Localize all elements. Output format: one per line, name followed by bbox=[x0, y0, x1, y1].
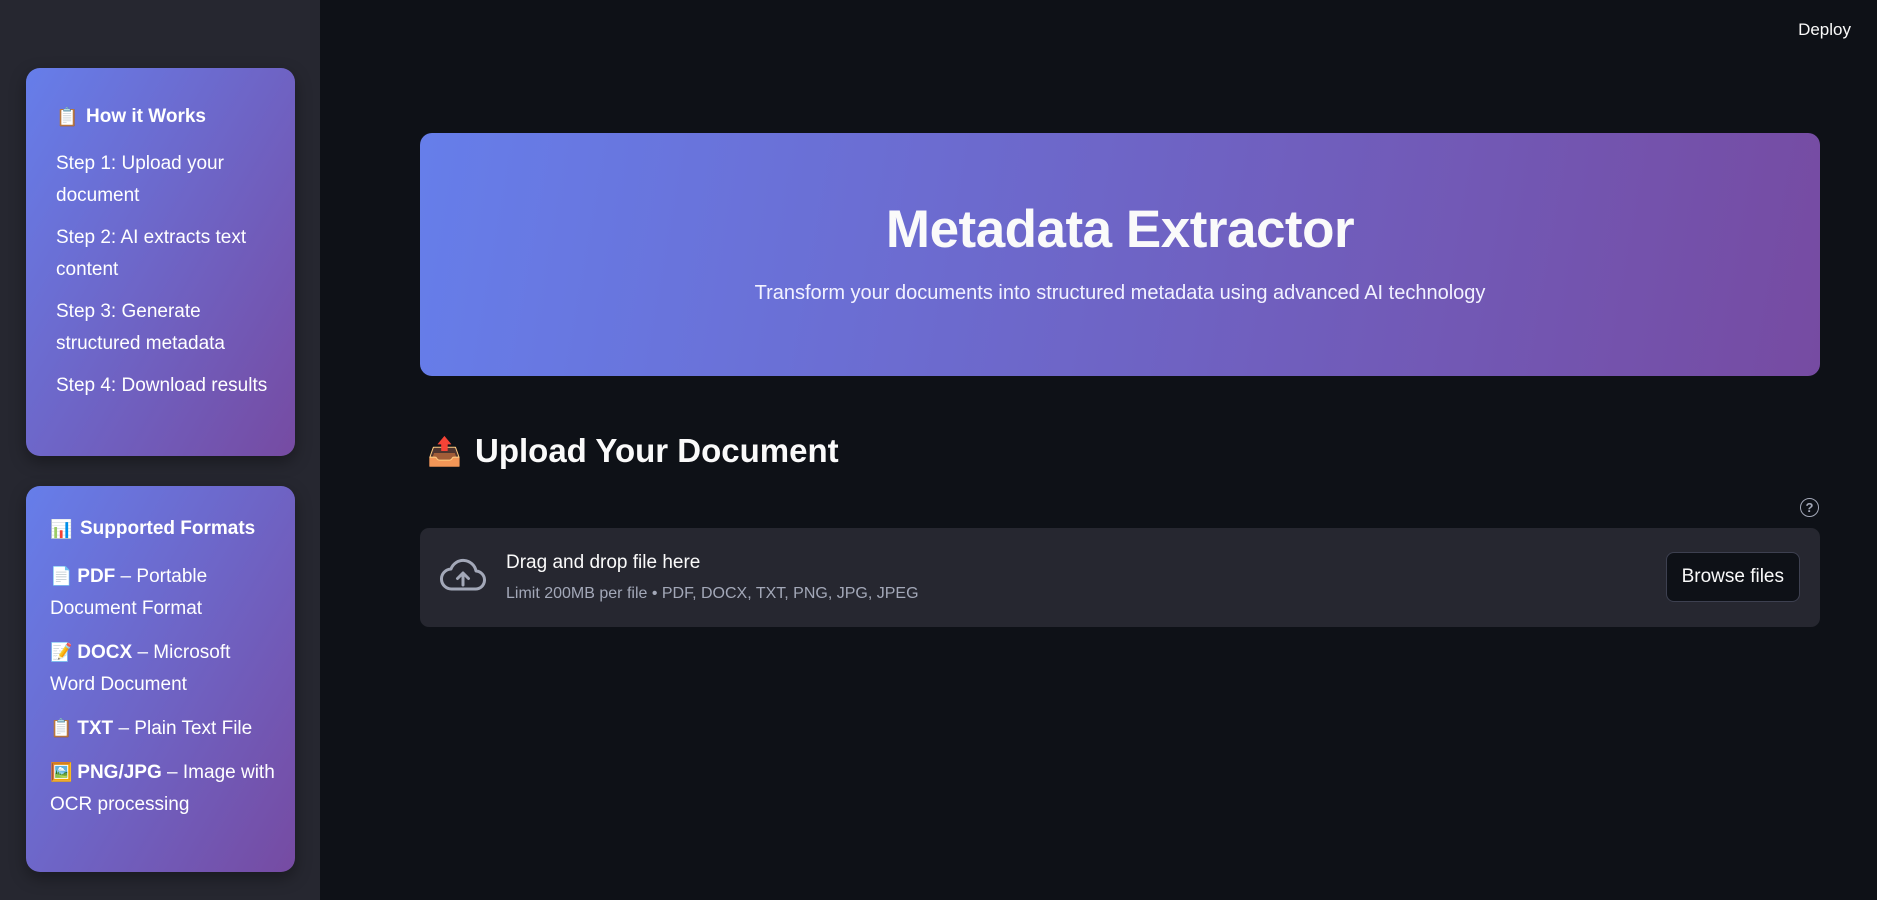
format-name: DOCX bbox=[77, 642, 133, 663]
file-dropzone[interactable]: Drag and drop file here Limit 200MB per … bbox=[420, 528, 1820, 627]
bar-chart-icon: 📊 bbox=[50, 518, 73, 539]
format-name: TXT bbox=[77, 718, 114, 739]
supported-formats-card: 📊 Supported Formats 📄 PDF – Portable Doc… bbox=[26, 486, 295, 872]
how-it-works-title-text: How it Works bbox=[86, 106, 206, 127]
supported-formats-title-text: Supported Formats bbox=[80, 518, 256, 539]
dropzone-title: Drag and drop file here bbox=[506, 552, 701, 573]
picture-icon: 🖼️ bbox=[50, 762, 73, 782]
step-4: Step 4: Download results bbox=[56, 375, 268, 396]
cloud-upload-icon bbox=[440, 558, 486, 591]
format-name: PNG/JPG bbox=[77, 762, 162, 783]
step-3: Step 3: Generate structured metadata bbox=[56, 301, 225, 354]
upload-heading-text: Upload Your Document bbox=[475, 432, 839, 469]
format-desc: – Plain Text File bbox=[113, 718, 253, 739]
help-icon[interactable]: ? bbox=[1800, 498, 1819, 517]
format-docx: 📝 DOCX – Microsoft Word Document bbox=[50, 636, 275, 701]
upload-heading: 📤 Upload Your Document bbox=[427, 432, 839, 470]
browse-files-button[interactable]: Browse files bbox=[1665, 552, 1800, 602]
format-desc: – Portable Document Format bbox=[50, 566, 208, 619]
format-pdf: 📄 PDF – Portable Document Format bbox=[50, 560, 275, 625]
step-2: Step 2: AI extracts text content bbox=[56, 227, 247, 280]
format-png-jpg: 🖼️ PNG/JPG – Image with OCR processing bbox=[50, 756, 275, 821]
format-name: PDF bbox=[77, 566, 116, 587]
clipboard-icon: 📋 bbox=[56, 106, 79, 127]
hero-banner: Metadata Extractor Transform your docume… bbox=[420, 133, 1820, 376]
outbox-tray-icon: 📤 bbox=[427, 435, 462, 467]
format-txt: 📋 TXT – Plain Text File bbox=[50, 712, 275, 745]
page-subtitle: Transform your documents into structured… bbox=[754, 282, 1486, 304]
dropzone-limit: Limit 200MB per file • PDF, DOCX, TXT, P… bbox=[506, 585, 919, 602]
sidebar: 📋 How it Works Step 1: Upload your docum… bbox=[0, 0, 320, 900]
memo-icon: 📝 bbox=[50, 642, 73, 662]
page-title: Metadata Extractor bbox=[885, 200, 1355, 259]
page-icon: 📄 bbox=[50, 566, 73, 586]
clipboard-icon: 📋 bbox=[50, 718, 73, 738]
how-it-works-title: 📋 How it Works bbox=[56, 106, 271, 128]
deploy-button[interactable]: Deploy bbox=[1798, 20, 1851, 40]
supported-formats-title: 📊 Supported Formats bbox=[50, 518, 275, 540]
step-1: Step 1: Upload your document bbox=[56, 153, 224, 206]
how-it-works-card: 📋 How it Works Step 1: Upload your docum… bbox=[26, 68, 295, 456]
